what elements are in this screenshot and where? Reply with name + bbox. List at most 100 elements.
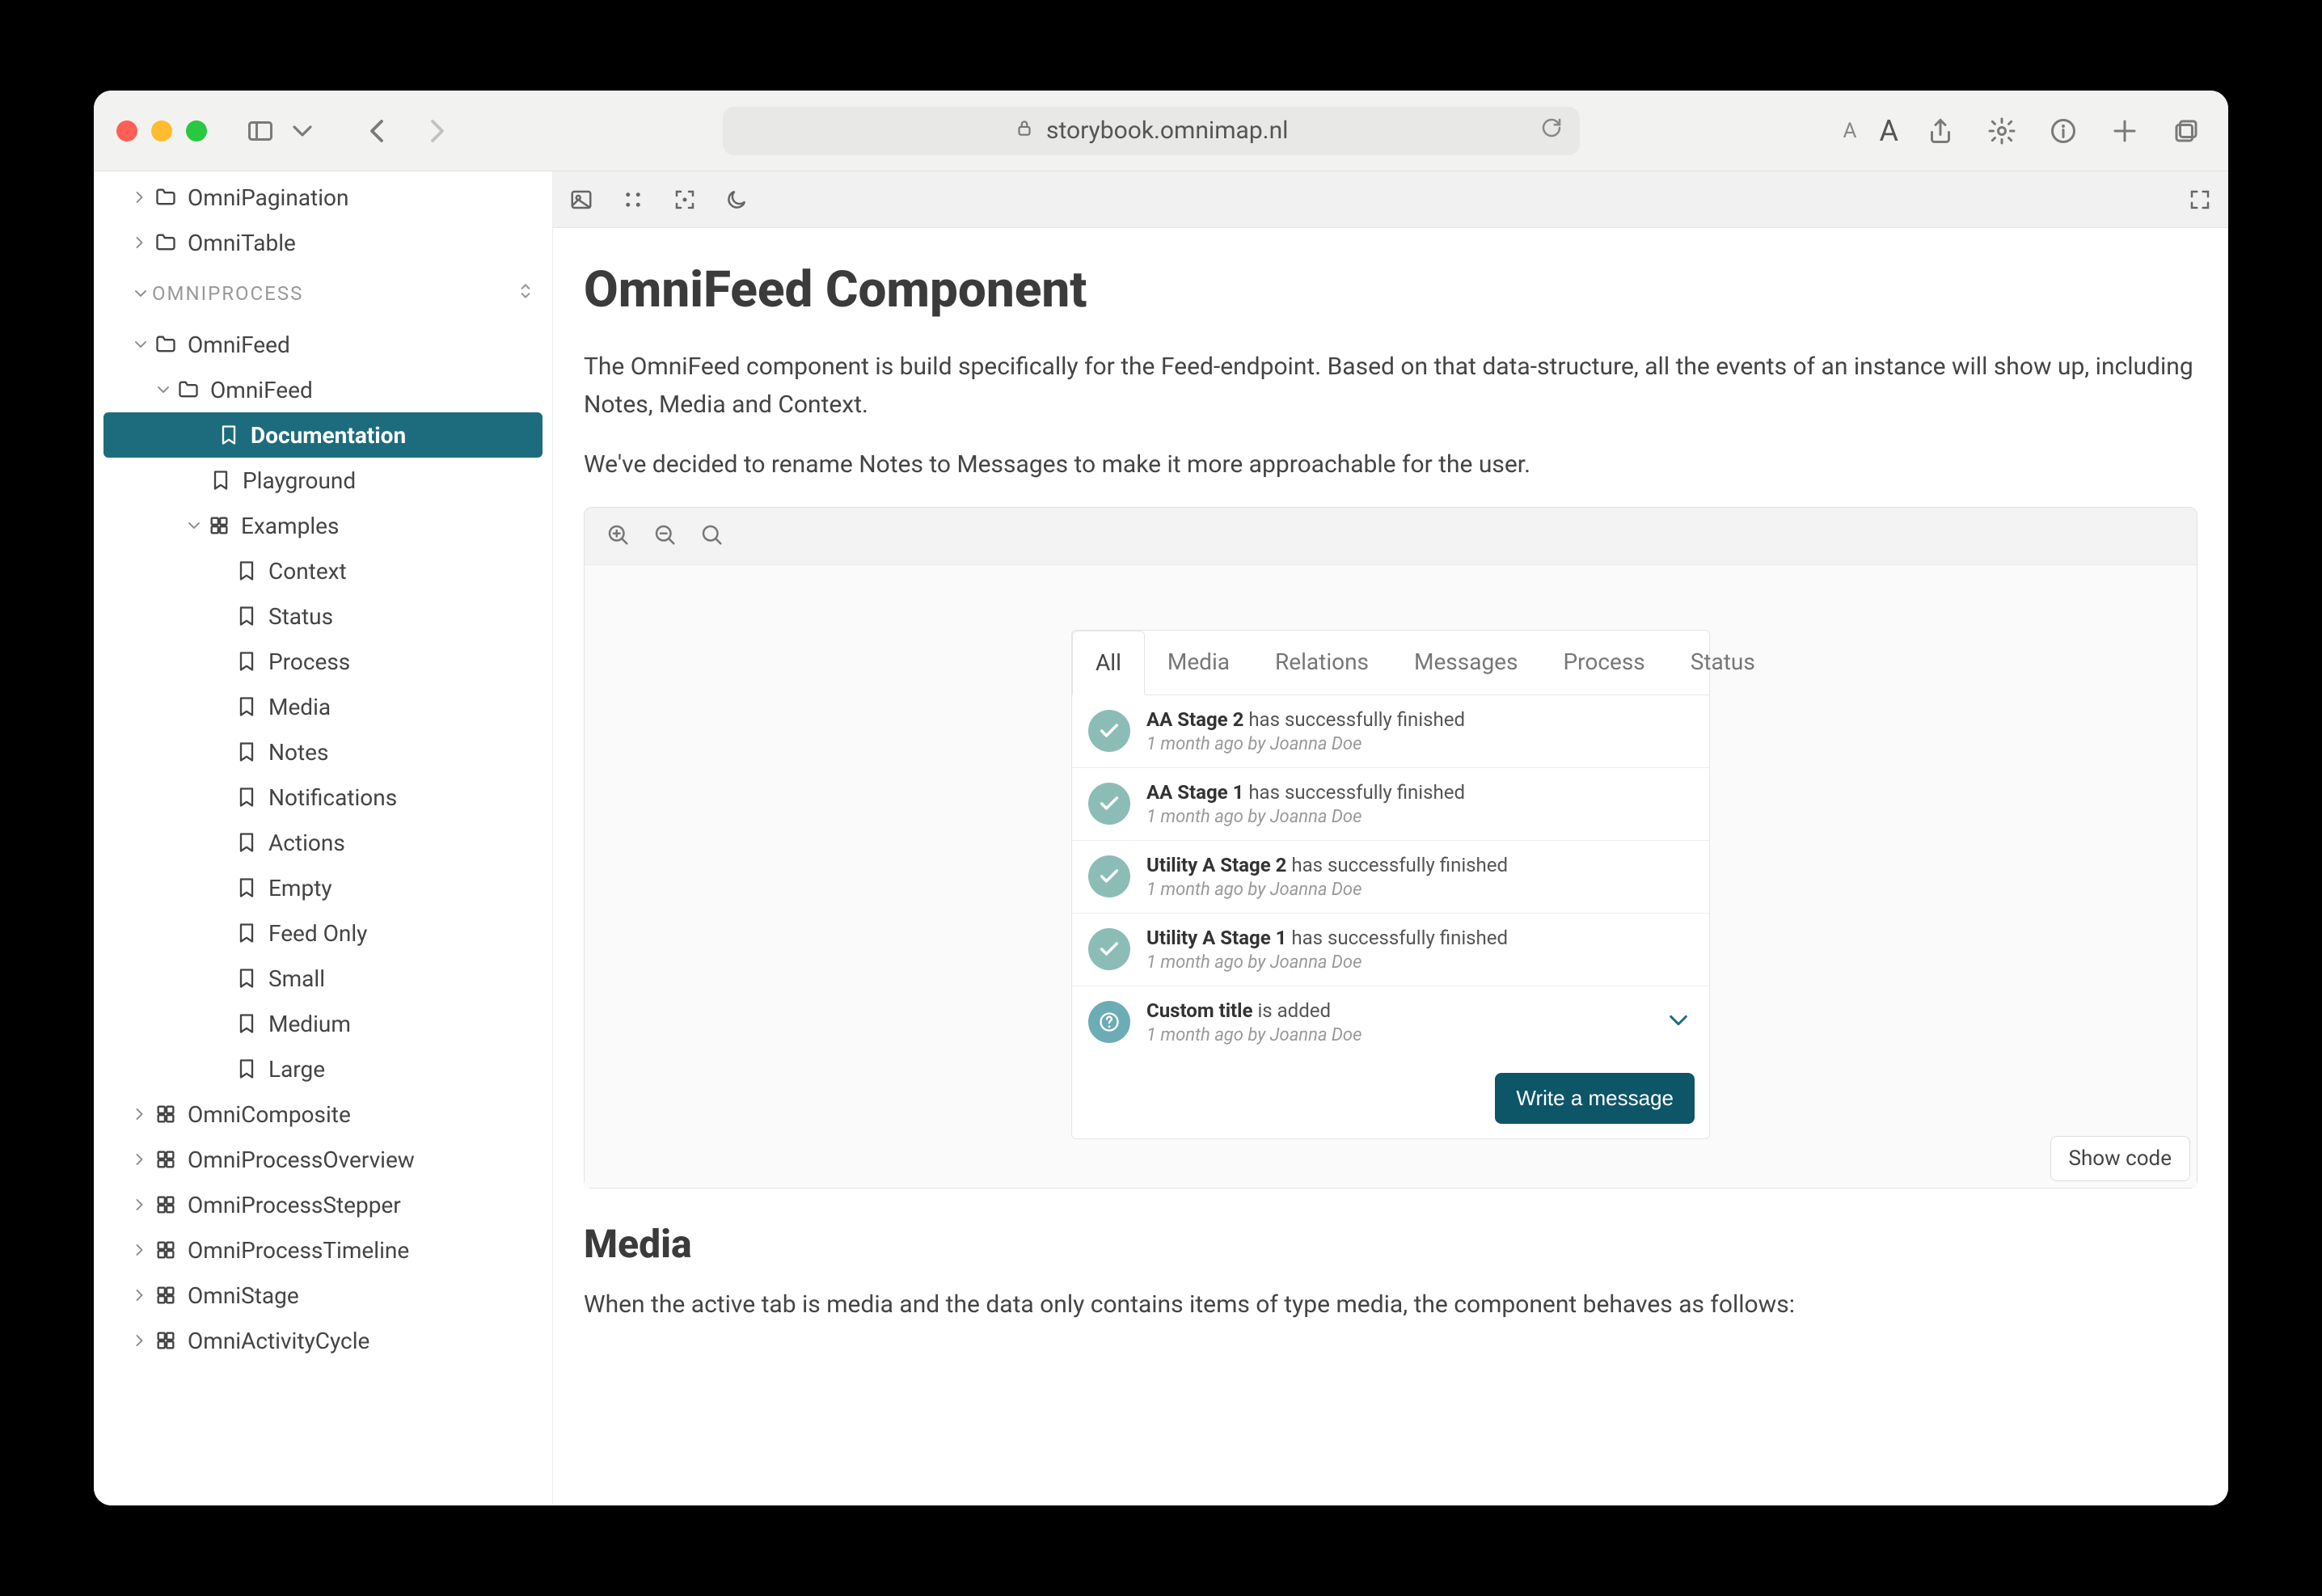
- sidebar-item-omnitable[interactable]: OmniTable: [94, 220, 552, 265]
- omnifeed-component: AllMediaRelationsMessagesProcessStatus A…: [1071, 630, 1710, 1139]
- text-size-large-button[interactable]: A: [1879, 114, 1898, 148]
- sidebar-item-example-context[interactable]: Context: [94, 548, 552, 593]
- share-button[interactable]: [1921, 112, 1960, 150]
- sidebar-toggle-button[interactable]: [241, 112, 280, 150]
- sidebar-item-example-medium[interactable]: Medium: [94, 1001, 552, 1046]
- feed-tab-messages[interactable]: Messages: [1391, 631, 1540, 695]
- new-tab-button[interactable]: [2105, 112, 2144, 150]
- reload-button[interactable]: [1539, 116, 1564, 146]
- feed-tabs: AllMediaRelationsMessagesProcessStatus: [1072, 631, 1709, 695]
- bookmark-icon: [215, 424, 243, 446]
- close-window-button[interactable]: [116, 120, 137, 141]
- feed-tab-all[interactable]: All: [1072, 631, 1145, 695]
- feed-tab-status[interactable]: Status: [1668, 631, 1778, 695]
- grid-icon: [152, 1103, 179, 1125]
- settings-button[interactable]: [1982, 112, 2021, 150]
- toolbar-image-icon[interactable]: [568, 186, 595, 213]
- bookmark-icon: [233, 559, 260, 582]
- sidebar-item-example-process[interactable]: Process: [94, 639, 552, 684]
- lock-icon: [1014, 116, 1035, 145]
- feed-item-subtitle: 1 month ago by Joanna Doe: [1146, 807, 1465, 827]
- bookmark-icon: [233, 605, 260, 627]
- grid-icon: [152, 1284, 179, 1307]
- sidebar-item-example-notes[interactable]: Notes: [94, 729, 552, 775]
- toolbar-focus-icon[interactable]: [671, 186, 699, 213]
- bookmark-icon: [233, 786, 260, 809]
- section-sort-icon[interactable]: [515, 281, 536, 306]
- feed-item-title: AA Stage 1 has successfully finished: [1146, 781, 1465, 804]
- toolbar-fullscreen-icon[interactable]: [2186, 186, 2214, 213]
- check-icon: [1088, 783, 1130, 825]
- bookmark-icon: [233, 876, 260, 899]
- media-paragraph: When the active tab is media and the dat…: [584, 1286, 2197, 1324]
- sidebar-item-example-small[interactable]: Small: [94, 956, 552, 1001]
- toolbar-grid-icon[interactable]: [619, 186, 647, 213]
- tab-overview-button[interactable]: [2167, 112, 2206, 150]
- sidebar-item-omniprocessoverview[interactable]: OmniProcessOverview: [94, 1137, 552, 1182]
- sidebar-item-omniactivitycycle[interactable]: OmniActivityCycle: [94, 1318, 552, 1363]
- grid-icon: [152, 1329, 179, 1352]
- sidebar-item-example-large[interactable]: Large: [94, 1046, 552, 1091]
- bookmark-icon: [233, 650, 260, 673]
- bookmark-icon: [233, 695, 260, 718]
- feed-item-title: Custom title is added: [1146, 999, 1362, 1022]
- bookmark-icon: [207, 469, 234, 492]
- check-icon: [1088, 855, 1130, 897]
- storybook-toolbar: [553, 171, 2228, 228]
- sidebar-section-omniprocess[interactable]: OMNIPROCESS: [94, 265, 552, 322]
- show-code-button[interactable]: Show code: [2050, 1136, 2190, 1181]
- toolbar-theme-icon[interactable]: [723, 186, 750, 213]
- minimize-window-button[interactable]: [151, 120, 172, 141]
- storybook-sidebar: OmniPaginationOmniTable OMNIPROCESS Omni…: [94, 171, 553, 1505]
- check-icon: [1088, 928, 1130, 970]
- expand-chevron-icon[interactable]: [1667, 1009, 1690, 1035]
- feed-item[interactable]: AA Stage 1 has successfully finished 1 mo…: [1072, 768, 1709, 841]
- bookmark-icon: [233, 741, 260, 763]
- sidebar-item-example-empty[interactable]: Empty: [94, 865, 552, 910]
- feed-item-subtitle: 1 month ago by Joanna Doe: [1146, 880, 1508, 900]
- feed-item-title: AA Stage 2 has successfully finished: [1146, 708, 1465, 731]
- info-button[interactable]: [2044, 112, 2083, 150]
- sidebar-item-omnipagination[interactable]: OmniPagination: [94, 175, 552, 220]
- zoom-out-icon[interactable]: [652, 522, 677, 550]
- feed-item-title: Utility A Stage 2 has successfully finis…: [1146, 854, 1508, 876]
- sidebar-item-documentation[interactable]: Documentation: [103, 412, 543, 458]
- question-icon: [1088, 1001, 1130, 1043]
- sidebar-item-omnifeed-child[interactable]: OmniFeed: [94, 367, 552, 412]
- text-size-small-button[interactable]: A: [1843, 119, 1857, 143]
- sidebar-item-example-notifications[interactable]: Notifications: [94, 775, 552, 820]
- bookmark-icon: [233, 1012, 260, 1035]
- traffic-lights: [116, 120, 207, 141]
- sidebar-item-playground[interactable]: Playground: [94, 458, 552, 503]
- maximize-window-button[interactable]: [186, 120, 207, 141]
- zoom-in-icon[interactable]: [606, 522, 630, 550]
- intro-paragraph-1: The OmniFeed component is build specific…: [584, 348, 2197, 424]
- sidebar-item-example-media[interactable]: Media: [94, 684, 552, 729]
- zoom-reset-icon[interactable]: [699, 522, 724, 550]
- feed-item[interactable]: AA Stage 2 has successfully finished1 mo…: [1072, 695, 1709, 768]
- sidebar-item-example-feed-only[interactable]: Feed Only: [94, 910, 552, 956]
- feed-item[interactable]: Utility A Stage 1 has successfully finis…: [1072, 914, 1709, 986]
- sidebar-item-omniprocessstepper[interactable]: OmniProcessStepper: [94, 1182, 552, 1227]
- feed-item[interactable]: Custom title is added 1 month ago by Joan…: [1072, 986, 1709, 1058]
- feed-tab-relations[interactable]: Relations: [1252, 631, 1391, 695]
- feed-tab-process[interactable]: Process: [1540, 631, 1667, 695]
- page-title: OmniFeed Component: [584, 260, 2197, 319]
- sidebar-item-omnicomposite[interactable]: OmniComposite: [94, 1091, 552, 1137]
- sidebar-toggle-chevron-icon[interactable]: [283, 112, 322, 150]
- feed-item-subtitle: 1 month ago by Joanna Doe: [1146, 1025, 1362, 1045]
- back-button[interactable]: [357, 112, 396, 150]
- sidebar-item-example-status[interactable]: Status: [94, 593, 552, 639]
- write-message-button[interactable]: Write a message: [1495, 1073, 1695, 1124]
- feed-tab-media[interactable]: Media: [1145, 631, 1252, 695]
- sidebar-item-omnistage[interactable]: OmniStage: [94, 1273, 552, 1318]
- content-pane: OmniFeed Component The OmniFeed componen…: [553, 171, 2228, 1505]
- intro-paragraph-2: We've decided to rename Notes to Message…: [584, 446, 2197, 484]
- forward-button[interactable]: [420, 112, 459, 150]
- feed-item[interactable]: Utility A Stage 2 has successfully finis…: [1072, 841, 1709, 914]
- url-bar[interactable]: storybook.omnimap.nl: [723, 107, 1580, 155]
- sidebar-item-omnifeed[interactable]: OmniFeed: [94, 322, 552, 367]
- sidebar-item-examples[interactable]: Examples: [94, 503, 552, 548]
- sidebar-item-omniprocesstimeline[interactable]: OmniProcessTimeline: [94, 1227, 552, 1273]
- sidebar-item-example-actions[interactable]: Actions: [94, 820, 552, 865]
